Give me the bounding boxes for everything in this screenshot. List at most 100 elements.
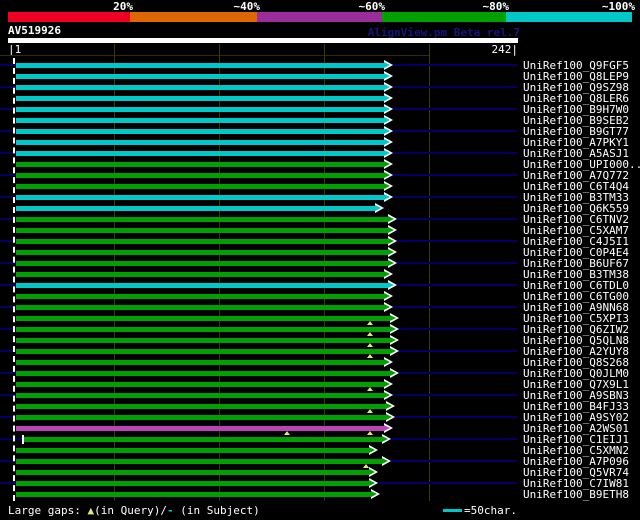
hit-bar[interactable] [16, 316, 391, 321]
hit-bar[interactable] [16, 349, 391, 354]
hit-arrow-icon [390, 326, 396, 332]
hit-bar[interactable] [16, 360, 385, 365]
hit-bar[interactable] [16, 206, 376, 211]
alignview-screen: 20% ~40% ~60% ~80% ~100% AV519926 AlignView.… [0, 0, 640, 520]
legend-query-gap-text: (in Query)/ [94, 504, 167, 517]
query-gap-triangle-icon [367, 332, 373, 336]
hit-label[interactable]: UniRef100_B9ETH8 [523, 489, 629, 500]
hit-bar[interactable] [16, 448, 370, 453]
hit-bar[interactable] [16, 327, 391, 332]
ruler-end-label: 242| [491, 43, 519, 56]
query-ruler-bar [8, 38, 518, 43]
query-gap-triangle-icon [367, 387, 373, 391]
identity-scale-segment [8, 12, 130, 22]
hit-arrow-icon [384, 304, 390, 310]
hit-bar[interactable] [16, 294, 385, 299]
hit-bar[interactable] [16, 239, 389, 244]
hit-arrow-icon [384, 359, 390, 365]
query-gap-triangle-icon [284, 431, 290, 435]
hit-arrow-icon [384, 293, 390, 299]
hit-bar[interactable] [16, 250, 389, 255]
legend-subject-gap-text: (in Subject) [173, 504, 260, 517]
hit-arrow-icon [384, 425, 390, 431]
hit-bar[interactable] [16, 217, 389, 222]
hit-bar[interactable] [16, 404, 387, 409]
hit-arrow-icon [388, 238, 394, 244]
hit-arrow-icon [388, 216, 394, 222]
ruler-underline [0, 55, 430, 56]
hit-bar[interactable] [16, 63, 385, 68]
hit-arrow-icon [384, 161, 390, 167]
hit-bar[interactable] [16, 492, 372, 497]
identity-scale-label: ~80% [482, 0, 510, 13]
identity-scale-label: 20% [113, 0, 133, 13]
hit-arrow-icon [369, 480, 375, 486]
query-gap-triangle-icon [367, 431, 373, 435]
hit-bar[interactable] [16, 151, 385, 156]
hit-arrow-icon [384, 392, 390, 398]
hit-bar[interactable] [16, 85, 385, 90]
hit-bar[interactable] [16, 261, 389, 266]
legend-scale-line-icon [443, 509, 462, 512]
hit-bar[interactable] [16, 129, 385, 134]
hit-arrow-icon [390, 348, 396, 354]
hit-bar[interactable] [16, 371, 391, 376]
hit-arrow-icon [384, 194, 390, 200]
hit-bar[interactable] [16, 481, 370, 486]
hit-bar[interactable] [16, 118, 385, 123]
hit-arrow-icon [384, 172, 390, 178]
hit-arrow-icon [369, 447, 375, 453]
hit-bar[interactable] [16, 426, 385, 431]
hit-arrow-icon [388, 282, 394, 288]
identity-scale-segment [506, 12, 632, 22]
legend-scale-label: =50char. [464, 504, 517, 517]
hit-arrow-icon [384, 128, 390, 134]
hit-arrow-icon [388, 260, 394, 266]
hit-arrow-icon [386, 403, 392, 409]
hit-arrow-icon [384, 84, 390, 90]
identity-scale-label: ~40% [233, 0, 261, 13]
hit-bar[interactable] [16, 107, 385, 112]
hit-bar[interactable] [16, 393, 385, 398]
hit-arrow-icon [371, 491, 377, 497]
hit-bar[interactable] [16, 338, 391, 343]
hit-bar[interactable] [16, 195, 385, 200]
hit-bar[interactable] [16, 96, 385, 101]
identity-scale-label: ~100% [601, 0, 635, 13]
hit-bar[interactable] [16, 283, 389, 288]
hit-bar[interactable] [16, 228, 389, 233]
identity-scale-label: ~60% [358, 0, 386, 13]
hit-arrow-icon [384, 95, 390, 101]
hit-arrow-icon [384, 73, 390, 79]
hit-bar[interactable] [24, 437, 383, 442]
hit-bar[interactable] [16, 415, 387, 420]
hit-arrow-icon [384, 106, 390, 112]
hit-arrow-icon [382, 436, 388, 442]
app-version-label: AlignView.pm Beta rel.7 [367, 26, 520, 39]
query-gap-triangle-icon [367, 409, 373, 413]
hit-arrow-icon [369, 469, 375, 475]
hit-bar[interactable] [16, 184, 385, 189]
hit-bar[interactable] [16, 162, 385, 167]
hit-bar[interactable] [16, 470, 370, 475]
hit-bar[interactable] [16, 140, 385, 145]
query-title: AV519926 [8, 24, 61, 37]
query-start-dashed-line [13, 58, 15, 501]
hit-arrow-icon [388, 227, 394, 233]
hit-bar[interactable] [16, 382, 385, 387]
legend-large-gaps: Large gaps: ▲(in Query)/- (in Subject) [8, 505, 260, 516]
gridline [429, 44, 430, 501]
hit-bar[interactable] [16, 173, 385, 178]
hit-bar[interactable] [16, 305, 385, 310]
hit-arrow-icon [384, 62, 390, 68]
hit-arrow-icon [384, 381, 390, 387]
hit-bar[interactable] [16, 459, 383, 464]
hit-bar[interactable] [16, 74, 385, 79]
hit-arrow-icon [382, 458, 388, 464]
hit-bar[interactable] [16, 272, 385, 277]
hit-arrow-icon [375, 205, 381, 211]
identity-scale-segment [257, 12, 382, 22]
hit-arrow-icon [390, 370, 396, 376]
ruler-start-label: |1 [8, 43, 22, 56]
query-gap-triangle-icon [367, 354, 373, 358]
